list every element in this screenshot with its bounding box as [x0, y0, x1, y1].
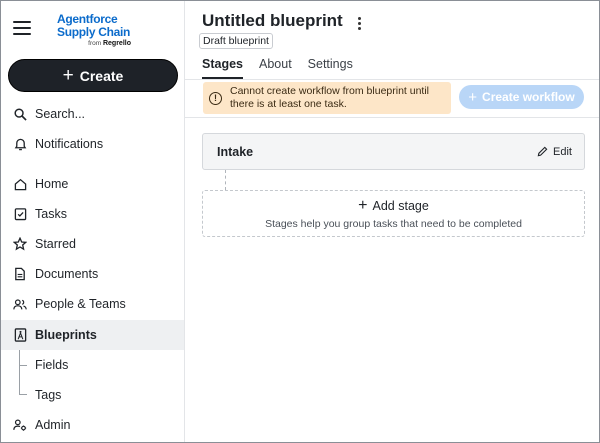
stage-connector: [225, 170, 226, 190]
tab-about[interactable]: About: [259, 57, 292, 79]
sidebar-item-tasks[interactable]: Tasks: [1, 199, 184, 229]
sidebar-item-blueprints[interactable]: Blueprints: [1, 320, 184, 350]
admin-icon: [13, 418, 27, 432]
plus-icon: +: [62, 65, 74, 86]
home-icon: [13, 177, 27, 191]
main-panel: Untitled blueprint Draft blueprint Stage…: [185, 1, 599, 442]
logo-line3: from Regrello: [88, 40, 131, 47]
pencil-icon: [537, 146, 548, 157]
stage-card[interactable]: Intake Edit: [202, 133, 585, 170]
sidebar-item-label: Home: [35, 177, 69, 191]
warning-icon: !: [209, 91, 222, 105]
sidebar-item-label: Admin: [35, 418, 71, 432]
document-icon: [13, 267, 27, 281]
search-icon: [13, 107, 27, 121]
sidebar-item-label: Documents: [35, 267, 99, 281]
add-stage-label-row: + Add stage: [358, 197, 429, 215]
menu-icon[interactable]: [13, 21, 31, 37]
app-logo[interactable]: Agentforce Supply Chain from Regrello: [57, 13, 137, 49]
page-title[interactable]: Untitled blueprint: [202, 11, 343, 31]
create-workflow-label: Create workflow: [482, 90, 575, 104]
sidebar-item-label: Blueprints: [35, 328, 97, 342]
sidebar-item-notifications[interactable]: Notifications: [1, 129, 184, 159]
sidebar-item-admin[interactable]: Admin: [1, 410, 184, 440]
plus-icon: +: [468, 88, 478, 106]
sidebar-item-label: Tags: [35, 388, 62, 402]
sidebar-item-tags[interactable]: Tags: [1, 380, 184, 410]
divider: [185, 79, 599, 80]
star-icon: [13, 237, 27, 251]
divider: [185, 117, 599, 118]
sidebar-search[interactable]: Search...: [1, 99, 184, 129]
edit-label: Edit: [553, 145, 572, 158]
logo-line1: Agentforce: [57, 12, 118, 26]
sidebar-item-label: People & Teams: [35, 297, 126, 311]
create-workflow-button[interactable]: + Create workflow: [459, 85, 584, 109]
status-badge: Draft blueprint: [199, 33, 273, 49]
tab-settings[interactable]: Settings: [308, 57, 353, 79]
sidebar-search-label: Search...: [35, 107, 86, 121]
sidebar-item-documents[interactable]: Documents: [1, 259, 184, 289]
plus-icon: +: [358, 197, 368, 214]
more-options-icon[interactable]: [357, 17, 363, 33]
warning-banner: ! Cannot create workflow from blueprint …: [203, 82, 451, 114]
add-stage-label: Add stage: [372, 199, 429, 213]
sidebar-item-fields[interactable]: Fields: [1, 350, 184, 380]
sidebar: Agentforce Supply Chain from Regrello + …: [1, 1, 185, 442]
create-button[interactable]: + Create: [8, 59, 178, 92]
sidebar-item-people-teams[interactable]: People & Teams: [1, 289, 184, 319]
add-stage-button[interactable]: + Add stage Stages help you group tasks …: [202, 190, 585, 237]
sidebar-item-label: Notifications: [35, 137, 104, 151]
create-button-label: Create: [79, 67, 124, 84]
tab-bar: Stages About Settings: [202, 57, 369, 79]
logo-line2: Supply Chain: [57, 25, 131, 39]
blueprint-icon: [13, 328, 27, 342]
people-icon: [13, 297, 27, 311]
edit-stage-button[interactable]: Edit: [537, 146, 572, 158]
sidebar-item-starred[interactable]: Starred: [1, 229, 184, 259]
add-stage-hint: Stages help you group tasks that need to…: [265, 218, 522, 230]
bell-icon: [13, 137, 27, 151]
app-window: Agentforce Supply Chain from Regrello + …: [0, 0, 600, 443]
task-check-icon: [13, 207, 27, 221]
sidebar-item-label: Tasks: [35, 207, 67, 221]
sidebar-item-label: Fields: [35, 358, 69, 372]
sidebar-item-label: Starred: [35, 237, 76, 251]
warning-text: Cannot create workflow from blueprint un…: [230, 85, 430, 110]
stage-name: Intake: [217, 144, 254, 159]
sidebar-item-home[interactable]: Home: [1, 169, 184, 199]
tab-stages[interactable]: Stages: [202, 57, 243, 79]
